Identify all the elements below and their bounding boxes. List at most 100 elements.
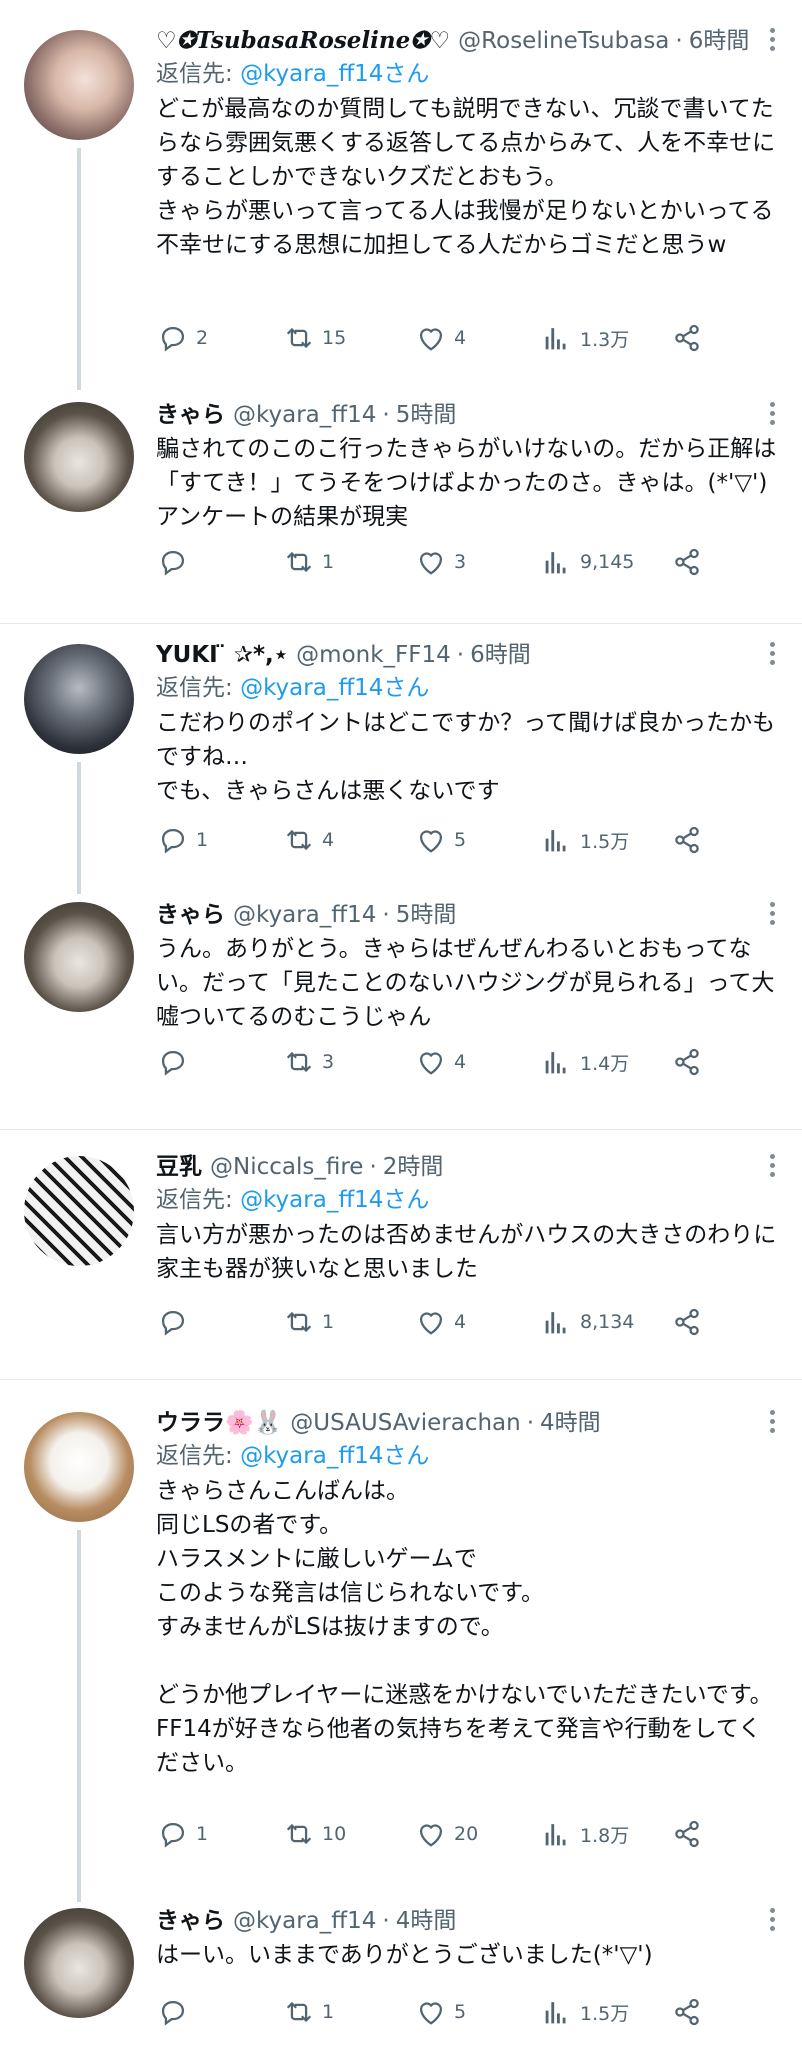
share-button[interactable] [670, 544, 710, 580]
views-count: 9,145 [580, 551, 635, 573]
tweet[interactable]: ♡✪TsubasaRoseline✪♡ @RoselineTsubasa · 6… [0, 0, 802, 390]
reply-button[interactable] [156, 544, 196, 580]
tweet[interactable]: きゃら @kyara_ff14 · 4時間 はーい。いままでありがとうございまし… [0, 1902, 802, 2048]
more-icon[interactable] [766, 1154, 778, 1182]
share-button[interactable] [670, 1994, 710, 2030]
views-button[interactable]: 8,134 [540, 1304, 634, 1340]
like-button[interactable]: 3 [414, 544, 466, 580]
reply-to-link[interactable]: @kyara_ff14さん [240, 61, 429, 87]
display-name[interactable]: きゃら [156, 1906, 225, 1936]
handle[interactable]: @USAUSAvierachan [290, 1408, 520, 1438]
reply-to-link[interactable]: @kyara_ff14さん [240, 1443, 429, 1469]
separator-dot: · [526, 1410, 535, 1436]
tweet[interactable]: きゃら @kyara_ff14 · 5時間 うん。ありがとう。きゃらはぜんぜんわ… [0, 894, 802, 1130]
views-button[interactable]: 1.4万 [540, 1044, 629, 1080]
like-button[interactable]: 5 [414, 1994, 466, 2030]
tweet[interactable]: 豆乳 @Niccals_fire · 2時間 返信先: @kyara_ff14さ… [0, 1130, 802, 1380]
like-button[interactable]: 4 [414, 1044, 466, 1080]
avatar[interactable] [24, 1156, 134, 1266]
handle[interactable]: @monk_FF14 [296, 640, 451, 670]
retweet-button[interactable]: 1 [282, 1994, 334, 2030]
retweet-button[interactable]: 3 [282, 1044, 334, 1080]
timeline: ♡✪TsubasaRoseline✪♡ @RoselineTsubasa · 6… [0, 0, 802, 2048]
display-name[interactable]: 豆乳 [156, 1152, 202, 1182]
more-icon[interactable] [766, 402, 778, 430]
more-icon[interactable] [766, 1410, 778, 1438]
views-button[interactable]: 9,145 [540, 544, 634, 580]
more-icon[interactable] [766, 642, 778, 670]
retweet-button[interactable]: 1 [282, 1304, 334, 1340]
action-bar: 1 10 20 1.8万 [156, 1816, 778, 1852]
like-button[interactable]: 20 [414, 1816, 478, 1852]
display-name[interactable]: YUKI ̈ ✰*,⋆ [156, 640, 288, 670]
handle[interactable]: @kyara_ff14 [233, 400, 376, 430]
handle[interactable]: @RoselineTsubasa [458, 26, 669, 56]
views-count: 1.5万 [580, 830, 630, 853]
display-name[interactable]: ウララ🌸🐰 [156, 1408, 282, 1438]
retweet-button[interactable]: 15 [282, 320, 346, 356]
like-count: 5 [454, 2001, 467, 2023]
views-icon [545, 552, 566, 574]
timestamp[interactable]: 4時間 [540, 1408, 601, 1438]
timestamp[interactable]: 5時間 [396, 900, 457, 930]
retweet-count: 15 [322, 327, 347, 349]
handle[interactable]: @Niccals_fire [210, 1152, 363, 1182]
more-icon[interactable] [766, 28, 778, 56]
retweet-button[interactable]: 4 [282, 822, 334, 858]
reply-icon [161, 1310, 185, 1336]
display-name[interactable]: ♡✪TsubasaRoseline✪♡ [156, 26, 450, 56]
share-button[interactable] [670, 822, 710, 858]
avatar[interactable] [24, 30, 134, 140]
retweet-icon [286, 551, 312, 573]
avatar[interactable] [24, 1908, 134, 2018]
thread-line [77, 1530, 81, 1902]
avatar[interactable] [24, 644, 134, 754]
reply-to-link[interactable]: @kyara_ff14さん [240, 675, 429, 701]
display-name[interactable]: きゃら [156, 400, 225, 430]
like-button[interactable]: 4 [414, 320, 466, 356]
share-button[interactable] [670, 1816, 710, 1852]
timestamp[interactable]: 6時間 [470, 640, 531, 670]
handle[interactable]: @kyara_ff14 [233, 900, 376, 930]
views-button[interactable]: 1.5万 [540, 822, 629, 858]
share-button[interactable] [670, 1304, 710, 1340]
timestamp[interactable]: 4時間 [396, 1906, 457, 1936]
share-button[interactable] [670, 1044, 710, 1080]
views-button[interactable]: 1.8万 [540, 1816, 629, 1852]
avatar[interactable] [24, 1412, 134, 1522]
like-button[interactable]: 4 [414, 1304, 466, 1340]
heart-icon [419, 1312, 443, 1335]
reply-button[interactable]: 1 [156, 1816, 208, 1852]
timestamp[interactable]: 6時間 [689, 26, 750, 56]
reply-button[interactable] [156, 1304, 196, 1340]
reply-context: 返信先: @kyara_ff14さん [156, 58, 778, 90]
timestamp[interactable]: 5時間 [396, 400, 457, 430]
reply-button[interactable]: 1 [156, 822, 208, 858]
reply-to-link[interactable]: @kyara_ff14さん [240, 1187, 429, 1213]
separator-dot: · [456, 642, 465, 668]
avatar[interactable] [24, 402, 134, 512]
reply-button[interactable] [156, 1044, 196, 1080]
retweet-button[interactable]: 10 [282, 1816, 346, 1852]
reply-button[interactable] [156, 1994, 196, 2030]
tweet[interactable]: きゃら @kyara_ff14 · 5時間 騙されてのこのこ行ったきゃらがいけな… [0, 390, 802, 624]
reply-context: 返信先: @kyara_ff14さん [156, 672, 778, 704]
views-button[interactable]: 1.5万 [540, 1994, 629, 2030]
like-button[interactable]: 5 [414, 822, 466, 858]
tweet-text: うん。ありがとう。きゃらはぜんぜんわるいとおもってない。だって「見たことのないハ… [156, 936, 775, 1030]
more-icon[interactable] [766, 1908, 778, 1936]
tweet[interactable]: YUKI ̈ ✰*,⋆ @monk_FF14 · 6時間 返信先: @kyara… [0, 624, 802, 894]
display-name[interactable]: きゃら [156, 900, 225, 930]
handle[interactable]: @kyara_ff14 [233, 1906, 376, 1936]
share-button[interactable] [670, 320, 710, 356]
avatar[interactable] [24, 902, 134, 1012]
more-icon[interactable] [766, 902, 778, 930]
retweet-button[interactable]: 1 [282, 544, 334, 580]
heart-icon [419, 328, 443, 351]
tweet[interactable]: ウララ🌸🐰 @USAUSAvierachan · 4時間 返信先: @kyara… [0, 1380, 802, 1902]
reply-button[interactable]: 2 [156, 320, 208, 356]
reply-icon [161, 326, 185, 352]
timestamp[interactable]: 2時間 [383, 1152, 444, 1182]
retweet-icon [286, 327, 312, 349]
views-button[interactable]: 1.3万 [540, 320, 629, 356]
